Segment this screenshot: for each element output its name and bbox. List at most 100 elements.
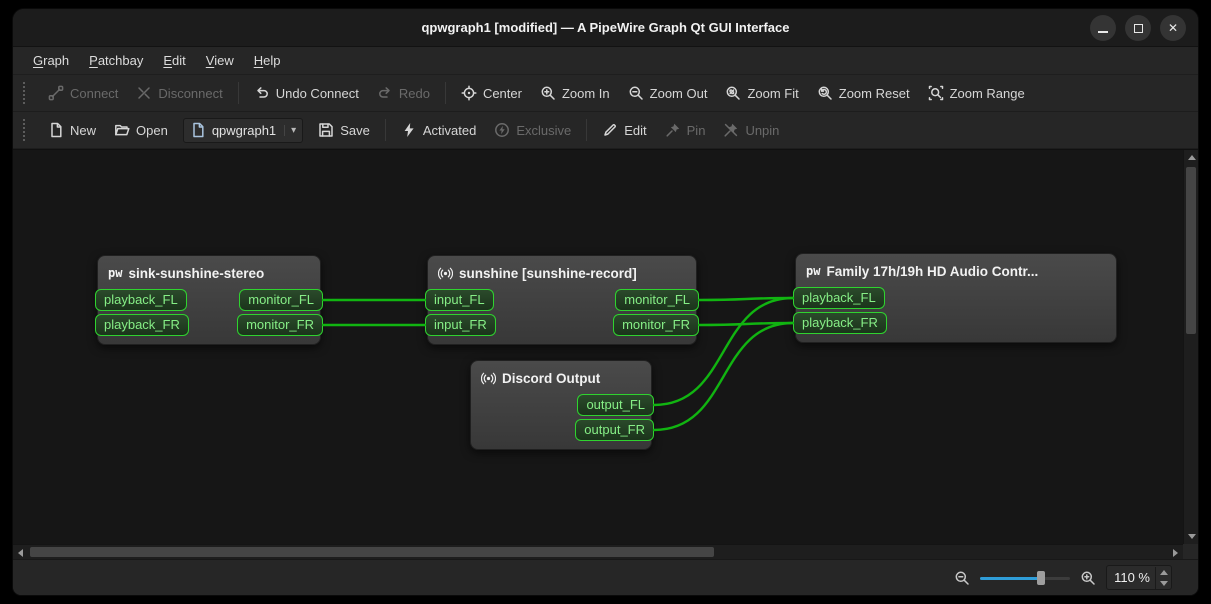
zoom-in-button[interactable]: Zoom In (531, 80, 619, 106)
port-playback_FR[interactable]: playback_FR (95, 314, 189, 336)
bolt-icon (401, 122, 417, 138)
edit-button[interactable]: Edit (593, 117, 655, 143)
patchbay-file-combo[interactable]: qpwgraph1 ▾ (183, 118, 303, 143)
maximize-button[interactable] (1125, 15, 1151, 41)
undo-connect-button[interactable]: Undo Connect (245, 80, 368, 106)
toolbar-handle[interactable] (23, 119, 31, 141)
zoom-reset-icon (817, 85, 833, 101)
new-button[interactable]: New (39, 117, 105, 143)
scroll-right-arrow[interactable] (1168, 545, 1183, 560)
pipewire-icon: pw (806, 263, 820, 280)
activated-button[interactable]: Activated (392, 117, 485, 143)
chevron-down-icon: ▾ (284, 125, 296, 136)
menu-item-edit[interactable]: Edit (153, 49, 195, 72)
graph-node-sunshine[interactable]: sunshine [sunshine-record] input_FL input_… (427, 255, 697, 345)
record-icon (481, 371, 496, 386)
port-playback_FL[interactable]: playback_FL (95, 289, 187, 311)
zoom-reset-button[interactable]: Zoom Reset (808, 80, 919, 106)
redo-icon (377, 85, 393, 101)
save-button[interactable]: Save (309, 117, 379, 143)
graph-viewport[interactable]: pwsink-sunshine-stereoplayback_FLplaybac… (13, 150, 1183, 544)
node-title: sunshine [sunshine-record] (459, 265, 637, 282)
triangle-up-icon (1188, 155, 1196, 160)
port-output_FR[interactable]: output_FR (575, 419, 654, 441)
zoom-spinbox[interactable]: 110 % (1106, 565, 1172, 590)
toolbar-separator (238, 82, 239, 104)
node-title: sink-sunshine-stereo (128, 265, 264, 282)
spin-up-button[interactable] (1156, 567, 1171, 578)
unpin-button[interactable]: Unpin (714, 117, 788, 143)
node-title: Discord Output (502, 370, 600, 387)
scroll-up-arrow[interactable] (1184, 150, 1199, 165)
triangle-left-icon (18, 549, 23, 557)
toolbar-patchbay: NewOpen qpwgraph1 ▾ Save ActivatedExclusive E… (13, 112, 1198, 149)
connect-button[interactable]: Connect (39, 80, 127, 106)
connect-icon (48, 85, 64, 101)
triangle-down-icon (1188, 534, 1196, 539)
port-playback_FR[interactable]: playback_FR (793, 312, 887, 334)
save-icon (318, 122, 334, 138)
redo-button[interactable]: Redo (368, 80, 439, 106)
file-icon (190, 122, 206, 138)
close-icon: ✕ (1168, 22, 1178, 34)
triangle-down-icon (1160, 581, 1168, 586)
zoom-in-mini-icon[interactable] (1080, 570, 1096, 586)
center-button[interactable]: Center (452, 80, 531, 106)
port-playback_FL[interactable]: playback_FL (793, 287, 885, 309)
port-monitor_FL[interactable]: monitor_FL (615, 289, 699, 311)
zoom-in-icon (540, 85, 556, 101)
horizontal-scroll-handle[interactable] (30, 547, 714, 557)
zoom-range-button[interactable]: Zoom Range (919, 80, 1034, 106)
port-output_FL[interactable]: output_FL (577, 394, 654, 416)
window-title: qpwgraph1 [modified] — A PipeWire Graph … (13, 9, 1198, 47)
zoom-fit-icon (725, 85, 741, 101)
vertical-scrollbar[interactable] (1183, 150, 1198, 544)
menubar: GraphPatchbayEditViewHelp (13, 47, 1198, 75)
menu-item-patchbay[interactable]: Patchbay (79, 49, 153, 72)
scroll-left-arrow[interactable] (13, 545, 28, 560)
zoom-fit-button[interactable]: Zoom Fit (716, 80, 807, 106)
close-button[interactable]: ✕ (1160, 15, 1186, 41)
app-window: qpwgraph1 [modified] — A PipeWire Graph … (12, 8, 1199, 596)
triangle-right-icon (1173, 549, 1178, 557)
port-monitor_FR[interactable]: monitor_FR (237, 314, 323, 336)
exclusive-icon (494, 122, 510, 138)
menu-item-graph[interactable]: Graph (23, 49, 79, 72)
pipewire-icon: pw (108, 265, 122, 282)
vertical-scroll-track[interactable] (1184, 165, 1198, 529)
graph-node-sink-sunshine-stereo[interactable]: pw sink-sunshine-stereo playback_FLplaybac… (97, 255, 321, 345)
vertical-scroll-handle[interactable] (1186, 167, 1196, 334)
exclusive-button[interactable]: Exclusive (485, 117, 580, 143)
disconnect-button[interactable]: Disconnect (127, 80, 231, 106)
port-input_FR[interactable]: input_FR (425, 314, 496, 336)
zoom-slider-handle[interactable] (1037, 571, 1045, 585)
graph-node-family-audio[interactable]: pwFamily 17h/19h HD Audio Contr...playba… (795, 253, 1117, 343)
port-input_FL[interactable]: input_FL (425, 289, 494, 311)
title-bar[interactable]: qpwgraph1 [modified] — A PipeWire Graph … (13, 9, 1198, 47)
spinbox-arrows (1155, 567, 1171, 589)
node-layer: pwsink-sunshine-stereoplayback_FLplaybac… (13, 150, 1183, 544)
horizontal-scrollbar[interactable] (13, 544, 1183, 559)
open-icon (114, 122, 130, 138)
node-header: pw sink-sunshine-stereo (98, 256, 320, 289)
zoom-slider[interactable] (980, 570, 1070, 586)
graph-node-discord-output[interactable]: Discord Output output_FL output_FR (470, 360, 652, 450)
port-monitor_FR[interactable]: monitor_FR (613, 314, 699, 336)
open-button[interactable]: Open (105, 117, 177, 143)
zoom-out-button[interactable]: Zoom Out (619, 80, 717, 106)
toolbar-separator (445, 82, 446, 104)
horizontal-scroll-track[interactable] (28, 545, 1168, 559)
unpin-icon (723, 122, 739, 138)
menu-item-help[interactable]: Help (244, 49, 291, 72)
menu-item-view[interactable]: View (196, 49, 244, 72)
minimize-button[interactable] (1090, 15, 1116, 41)
toolbar-handle[interactable] (23, 82, 31, 104)
combo-value: qpwgraph1 (212, 123, 276, 138)
port-monitor_FL[interactable]: monitor_FL (239, 289, 323, 311)
minimize-icon (1098, 31, 1108, 33)
spin-down-button[interactable] (1156, 578, 1171, 589)
pin-button[interactable]: Pin (656, 117, 715, 143)
scroll-down-arrow[interactable] (1184, 529, 1199, 544)
window-controls: ✕ (1090, 15, 1186, 41)
zoom-out-mini-icon[interactable] (954, 570, 970, 586)
